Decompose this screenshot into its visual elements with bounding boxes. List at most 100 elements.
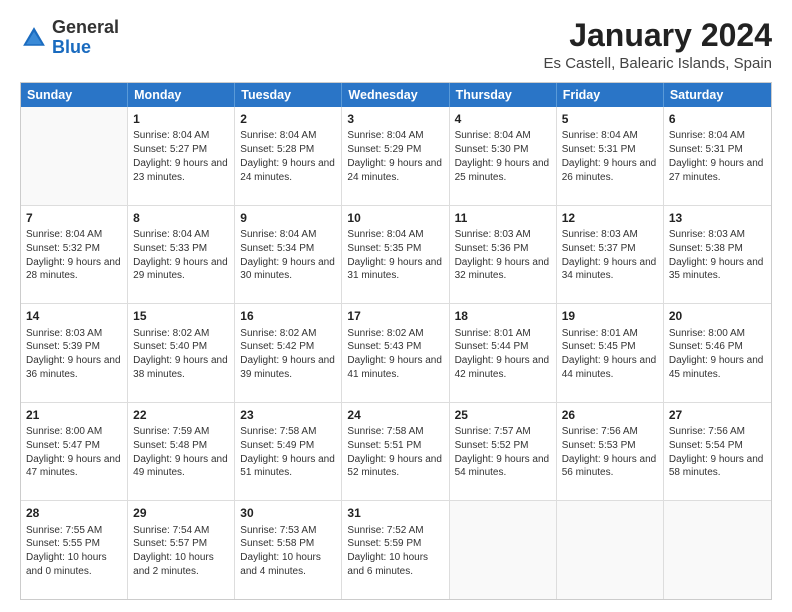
day-number: 25 (455, 407, 551, 423)
subtitle: Es Castell, Balearic Islands, Spain (544, 55, 772, 72)
day-number: 12 (562, 210, 658, 226)
cal-cell: 3 Sunrise: 8:04 AMSunset: 5:29 PMDaylight… (342, 107, 449, 205)
cal-cell: 14 Sunrise: 8:03 AMSunset: 5:39 PMDayligh… (21, 304, 128, 402)
cal-header-cell: Wednesday (342, 83, 449, 107)
cal-row: 1Sunrise: 8:04 AMSunset: 5:27 PMDaylight… (21, 107, 771, 206)
cal-cell: 29Sunrise: 7:54 AMSunset: 5:57 PMDayligh… (128, 501, 235, 599)
cell-details: Sunrise: 7:54 AMSunset: 5:57 PMDaylight:… (133, 525, 214, 577)
cal-cell: 28Sunrise: 7:55 AMSunset: 5:55 PMDayligh… (21, 501, 128, 599)
logo-blue: Blue (52, 37, 91, 57)
cal-cell: 8 Sunrise: 8:04 AMSunset: 5:33 PMDaylight… (128, 206, 235, 304)
cal-cell: 13Sunrise: 8:03 AMSunset: 5:38 PMDayligh… (664, 206, 771, 304)
cell-details: Sunrise: 7:58 AMSunset: 5:51 PMDaylight:… (347, 426, 442, 478)
day-number: 24 (347, 407, 443, 423)
cell-details: Sunrise: 8:04 AMSunset: 5:34 PMDaylight:… (240, 229, 335, 281)
cal-cell: 22 Sunrise: 7:59 AMSunset: 5:48 PMDayligh… (128, 403, 235, 501)
cal-cell: 9 Sunrise: 8:04 AMSunset: 5:34 PMDaylight… (235, 206, 342, 304)
cal-header-cell: Friday (557, 83, 664, 107)
cal-cell: 6Sunrise: 8:04 AMSunset: 5:31 PMDaylight… (664, 107, 771, 205)
cell-details: Sunrise: 8:03 AMSunset: 5:37 PMDaylight:… (562, 229, 657, 281)
cal-cell: 31 Sunrise: 7:52 AMSunset: 5:59 PMDayligh… (342, 501, 449, 599)
day-number: 19 (562, 308, 658, 324)
cal-cell: 21Sunrise: 8:00 AMSunset: 5:47 PMDayligh… (21, 403, 128, 501)
logo-general: General (52, 17, 119, 37)
cal-cell: 17 Sunrise: 8:02 AMSunset: 5:43 PMDayligh… (342, 304, 449, 402)
cal-cell (450, 501, 557, 599)
day-number: 1 (133, 111, 229, 127)
cell-details: Sunrise: 8:04 AMSunset: 5:35 PMDaylight:… (347, 229, 442, 281)
main-title: January 2024 (544, 18, 772, 53)
cell-details: Sunrise: 7:52 AMSunset: 5:59 PMDaylight:… (347, 525, 428, 577)
cal-cell (664, 501, 771, 599)
cell-details: Sunrise: 8:00 AMSunset: 5:46 PMDaylight:… (669, 328, 764, 380)
day-number: 8 (133, 210, 229, 226)
cal-cell: 26 Sunrise: 7:56 AMSunset: 5:53 PMDayligh… (557, 403, 664, 501)
cal-cell: 2Sunrise: 8:04 AMSunset: 5:28 PMDaylight… (235, 107, 342, 205)
day-number: 17 (347, 308, 443, 324)
day-number: 30 (240, 505, 336, 521)
cal-row: 21Sunrise: 8:00 AMSunset: 5:47 PMDayligh… (21, 403, 771, 502)
day-number: 14 (26, 308, 122, 324)
cell-details: Sunrise: 8:04 AMSunset: 5:28 PMDaylight:… (240, 130, 335, 182)
cal-cell (21, 107, 128, 205)
cell-details: Sunrise: 8:02 AMSunset: 5:40 PMDaylight:… (133, 328, 228, 380)
day-number: 15 (133, 308, 229, 324)
calendar-header: SundayMondayTuesdayWednesdayThursdayFrid… (21, 83, 771, 107)
logo-icon (20, 24, 48, 52)
cal-cell: 12 Sunrise: 8:03 AMSunset: 5:37 PMDayligh… (557, 206, 664, 304)
day-number: 22 (133, 407, 229, 423)
cal-header-cell: Sunday (21, 83, 128, 107)
cell-details: Sunrise: 7:53 AMSunset: 5:58 PMDaylight:… (240, 525, 321, 577)
cal-cell: 15 Sunrise: 8:02 AMSunset: 5:40 PMDayligh… (128, 304, 235, 402)
cal-cell: 11 Sunrise: 8:03 AMSunset: 5:36 PMDayligh… (450, 206, 557, 304)
cal-cell: 25 Sunrise: 7:57 AMSunset: 5:52 PMDayligh… (450, 403, 557, 501)
day-number: 3 (347, 111, 443, 127)
cal-cell: 7 Sunrise: 8:04 AMSunset: 5:32 PMDaylight… (21, 206, 128, 304)
cal-header-cell: Monday (128, 83, 235, 107)
day-number: 9 (240, 210, 336, 226)
page: General Blue January 2024 Es Castell, Ba… (0, 0, 792, 612)
cell-details: Sunrise: 8:02 AMSunset: 5:43 PMDaylight:… (347, 328, 442, 380)
day-number: 18 (455, 308, 551, 324)
calendar-body: 1Sunrise: 8:04 AMSunset: 5:27 PMDaylight… (21, 107, 771, 599)
cell-details: Sunrise: 8:03 AMSunset: 5:36 PMDaylight:… (455, 229, 550, 281)
cell-details: Sunrise: 7:56 AMSunset: 5:53 PMDaylight:… (562, 426, 657, 478)
cell-details: Sunrise: 8:04 AMSunset: 5:29 PMDaylight:… (347, 130, 442, 182)
cell-details: Sunrise: 7:58 AMSunset: 5:49 PMDaylight:… (240, 426, 335, 478)
logo-text: General Blue (52, 18, 119, 58)
cal-cell: 24 Sunrise: 7:58 AMSunset: 5:51 PMDayligh… (342, 403, 449, 501)
cell-details: Sunrise: 7:56 AMSunset: 5:54 PMDaylight:… (669, 426, 764, 478)
calendar: SundayMondayTuesdayWednesdayThursdayFrid… (20, 82, 772, 600)
day-number: 26 (562, 407, 658, 423)
cal-cell: 23Sunrise: 7:58 AMSunset: 5:49 PMDayligh… (235, 403, 342, 501)
cal-row: 7 Sunrise: 8:04 AMSunset: 5:32 PMDaylight… (21, 206, 771, 305)
cal-cell: 20Sunrise: 8:00 AMSunset: 5:46 PMDayligh… (664, 304, 771, 402)
header: General Blue January 2024 Es Castell, Ba… (20, 18, 772, 72)
day-number: 11 (455, 210, 551, 226)
cal-cell: 16Sunrise: 8:02 AMSunset: 5:42 PMDayligh… (235, 304, 342, 402)
cal-cell: 18Sunrise: 8:01 AMSunset: 5:44 PMDayligh… (450, 304, 557, 402)
cal-cell: 10Sunrise: 8:04 AMSunset: 5:35 PMDayligh… (342, 206, 449, 304)
cal-row: 14 Sunrise: 8:03 AMSunset: 5:39 PMDayligh… (21, 304, 771, 403)
day-number: 31 (347, 505, 443, 521)
cell-details: Sunrise: 7:57 AMSunset: 5:52 PMDaylight:… (455, 426, 550, 478)
cell-details: Sunrise: 8:03 AMSunset: 5:38 PMDaylight:… (669, 229, 764, 281)
cell-details: Sunrise: 8:04 AMSunset: 5:33 PMDaylight:… (133, 229, 228, 281)
day-number: 7 (26, 210, 122, 226)
cal-row: 28Sunrise: 7:55 AMSunset: 5:55 PMDayligh… (21, 501, 771, 599)
cell-details: Sunrise: 8:03 AMSunset: 5:39 PMDaylight:… (26, 328, 121, 380)
cell-details: Sunrise: 8:04 AMSunset: 5:32 PMDaylight:… (26, 229, 121, 281)
cal-cell: 4Sunrise: 8:04 AMSunset: 5:30 PMDaylight… (450, 107, 557, 205)
cal-cell: 1Sunrise: 8:04 AMSunset: 5:27 PMDaylight… (128, 107, 235, 205)
cell-details: Sunrise: 7:59 AMSunset: 5:48 PMDaylight:… (133, 426, 228, 478)
title-block: January 2024 Es Castell, Balearic Island… (544, 18, 772, 72)
cell-details: Sunrise: 7:55 AMSunset: 5:55 PMDaylight:… (26, 525, 107, 577)
cell-details: Sunrise: 8:01 AMSunset: 5:45 PMDaylight:… (562, 328, 657, 380)
cal-cell: 19 Sunrise: 8:01 AMSunset: 5:45 PMDayligh… (557, 304, 664, 402)
cell-details: Sunrise: 8:04 AMSunset: 5:30 PMDaylight:… (455, 130, 550, 182)
cal-cell: 30 Sunrise: 7:53 AMSunset: 5:58 PMDayligh… (235, 501, 342, 599)
cell-details: Sunrise: 8:02 AMSunset: 5:42 PMDaylight:… (240, 328, 335, 380)
cal-cell (557, 501, 664, 599)
cal-header-cell: Thursday (450, 83, 557, 107)
cell-details: Sunrise: 8:04 AMSunset: 5:31 PMDaylight:… (562, 130, 657, 182)
